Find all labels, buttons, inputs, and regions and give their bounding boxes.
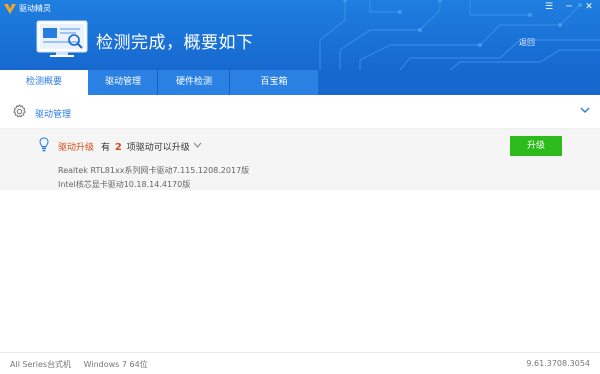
tab-label: 检测概要 bbox=[25, 77, 62, 87]
tab-hardware-check[interactable]: 硬件检测 bbox=[158, 70, 230, 95]
upgrade-label: 驱动升级 bbox=[58, 143, 95, 153]
driver-upgrade-panel: 驱动升级 有 2 项驱动可以升级 升级 Realtek RTL81xx系列网卡驱… bbox=[0, 129, 600, 190]
upgrade-button[interactable]: 升级 bbox=[510, 136, 562, 156]
system-info: All Series台式机 Windows 7 64位 bbox=[10, 359, 148, 370]
tab-driver-management[interactable]: 驱动管理 bbox=[88, 70, 158, 95]
app-logo-icon bbox=[4, 3, 16, 14]
status-bar: All Series台式机 Windows 7 64位 9.61.3708.30… bbox=[0, 352, 600, 374]
back-link[interactable]: 返回 bbox=[519, 37, 535, 48]
app-brand: 驱动精灵 bbox=[4, 3, 51, 14]
machine-model: All Series台式机 bbox=[10, 360, 72, 369]
os-version: Windows 7 64位 bbox=[83, 360, 148, 369]
driver-management-section-header[interactable]: 驱动管理 bbox=[0, 95, 600, 129]
summary-suffix: 项驱动可以升级 bbox=[126, 143, 190, 153]
monitor-scan-icon bbox=[36, 20, 88, 57]
menu-icon[interactable]: ☰ bbox=[544, 2, 554, 12]
driver-item: Realtek RTL81xx系列网卡驱动7.115.1208.2017版 bbox=[58, 166, 250, 175]
lightbulb-icon bbox=[39, 137, 49, 152]
upgrade-summary: 有 2 项驱动可以升级 bbox=[101, 140, 190, 153]
tab-toolbox[interactable]: 百宝箱 bbox=[230, 70, 318, 95]
chevron-down-icon[interactable] bbox=[580, 106, 590, 114]
summary-prefix: 有 bbox=[101, 143, 111, 153]
window-controls: ☰ ─ ✕ bbox=[544, 2, 594, 12]
tab-label: 驱动管理 bbox=[104, 77, 141, 87]
tab-overview[interactable]: 检测概要 bbox=[0, 70, 88, 95]
gear-icon bbox=[13, 104, 26, 118]
header-banner: 驱动精灵 ☰ ─ ✕ 检测完成，概要如下 返回 bbox=[0, 0, 600, 70]
app-title: 驱动精灵 bbox=[19, 4, 51, 13]
upgrade-count: 2 bbox=[114, 142, 122, 153]
main-tabs: 检测概要 驱动管理 硬件检测 百宝箱 bbox=[0, 70, 600, 95]
close-icon[interactable]: ✕ bbox=[584, 2, 594, 12]
expand-chevron-icon[interactable] bbox=[193, 142, 202, 148]
app-version: 9.61.3708.3054 bbox=[526, 359, 590, 368]
section-title: 驱动管理 bbox=[35, 110, 72, 120]
minimize-icon[interactable]: ─ bbox=[564, 2, 574, 12]
driver-item: Intel核芯显卡驱动10.18.14.4170版 bbox=[58, 180, 191, 189]
tab-label: 硬件检测 bbox=[175, 77, 212, 87]
tab-label: 百宝箱 bbox=[260, 77, 288, 87]
scan-result-headline: 检测完成，概要如下 bbox=[96, 33, 254, 53]
